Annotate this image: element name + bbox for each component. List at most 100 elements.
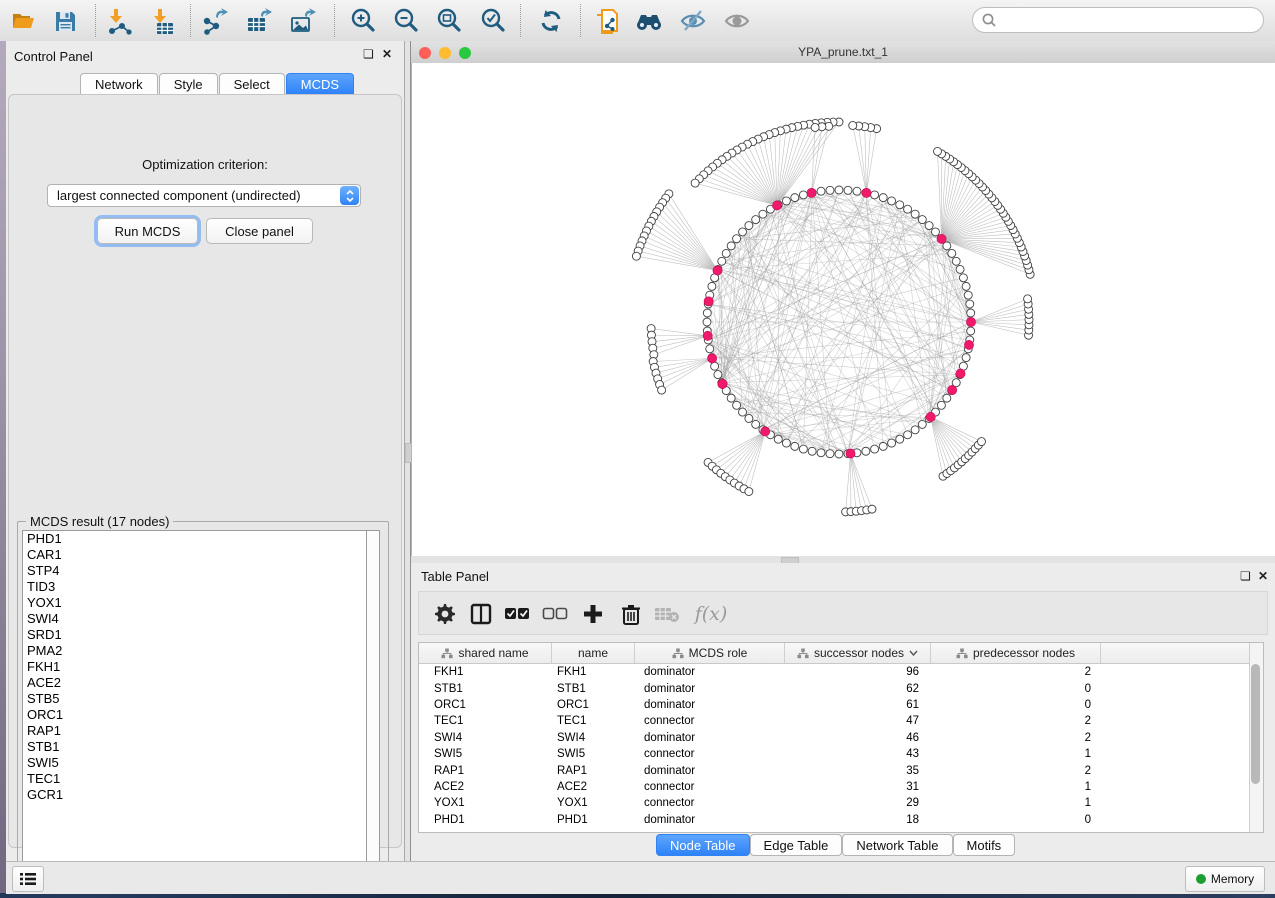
mcds-result-item[interactable]: SWI5 — [23, 755, 366, 771]
dropdown-stepper-icon — [340, 186, 359, 205]
list-icon — [19, 872, 37, 886]
column-header-successor-nodes[interactable]: successor nodes — [785, 643, 931, 663]
horizontal-splitter[interactable] — [411, 556, 1275, 563]
new-network-from-selection-icon[interactable] — [592, 6, 622, 36]
tab-motifs[interactable]: Motifs — [953, 834, 1016, 856]
memory-status-icon — [1196, 874, 1206, 884]
tab-network[interactable]: Network — [80, 73, 158, 94]
table-panel-title: Table Panel — [421, 569, 489, 584]
column-header-shared-name[interactable]: shared name — [419, 643, 552, 663]
search-input[interactable] — [1002, 12, 1263, 29]
close-panel-icon[interactable]: ✕ — [382, 48, 392, 60]
table-panel-tabs: Node Table Edge Table Network Table Moti… — [656, 834, 1015, 856]
find-icon[interactable] — [634, 6, 664, 36]
import-table-icon[interactable] — [148, 6, 178, 36]
show-columns-icon[interactable] — [467, 600, 495, 628]
mcds-result-item[interactable]: STB5 — [23, 691, 366, 707]
zoom-in-icon[interactable] — [348, 6, 378, 36]
network-canvas[interactable] — [411, 63, 1275, 556]
network-window-title: YPA_prune.txt_1 — [411, 45, 1275, 59]
show-all-icon[interactable] — [722, 6, 752, 36]
criterion-dropdown[interactable]: largest connected component (undirected) — [47, 184, 361, 207]
mcds-result-item[interactable]: RAP1 — [23, 723, 366, 739]
network-window-titlebar[interactable]: YPA_prune.txt_1 — [411, 41, 1275, 64]
hide-selection-icon[interactable] — [678, 6, 708, 36]
mcds-result-item[interactable]: STP4 — [23, 563, 366, 579]
close-panel-icon[interactable]: ✕ — [1258, 570, 1268, 582]
mcds-tab-content: Optimization criterion: largest connecte… — [8, 94, 402, 848]
tab-node-table[interactable]: Node Table — [656, 834, 750, 856]
float-panel-icon[interactable]: ❏ — [363, 48, 374, 60]
save-icon[interactable] — [50, 6, 80, 36]
delete-table-icon — [653, 600, 681, 628]
mcds-result-item[interactable]: YOX1 — [23, 595, 366, 611]
mcds-result-item[interactable]: TID3 — [23, 579, 366, 595]
table-scrollbar[interactable] — [1249, 643, 1263, 832]
mcds-result-item[interactable]: PHD1 — [23, 531, 366, 547]
vertical-splitter[interactable] — [404, 41, 411, 861]
show-panels-list-button[interactable] — [12, 866, 44, 892]
tab-mcds[interactable]: MCDS — [286, 73, 354, 94]
tab-edge-table[interactable]: Edge Table — [750, 834, 843, 856]
table-row[interactable]: YOX1YOX1connector291 — [419, 795, 1263, 811]
scrollbar-thumb[interactable] — [1251, 664, 1260, 784]
mcds-result-item[interactable]: PMA2 — [23, 643, 366, 659]
table-row[interactable]: SWI4SWI4dominator462 — [419, 730, 1263, 746]
sort-desc-icon — [909, 650, 918, 656]
table-row[interactable]: RAP1RAP1dominator352 — [419, 762, 1263, 778]
control-panel: Control Panel ❏ ✕ Network Style Select M… — [6, 41, 404, 861]
table-row[interactable]: STB1STB1dominator620 — [419, 680, 1263, 696]
refresh-layout-icon[interactable] — [536, 6, 566, 36]
tab-select[interactable]: Select — [219, 73, 285, 94]
control-panel-title: Control Panel — [14, 49, 93, 64]
table-row[interactable]: FKH1FKH1dominator962 — [419, 664, 1263, 680]
delete-column-icon[interactable] — [617, 600, 645, 628]
column-settings-gear-icon[interactable] — [431, 600, 459, 628]
open-file-icon[interactable] — [8, 6, 38, 36]
network-graph[interactable] — [412, 63, 1275, 556]
memory-button[interactable]: Memory — [1185, 866, 1265, 892]
import-network-icon[interactable] — [104, 6, 134, 36]
mcds-result-item[interactable]: TEC1 — [23, 771, 366, 787]
mcds-result-item[interactable]: FKH1 — [23, 659, 366, 675]
table-row[interactable]: SWI5SWI5connector431 — [419, 746, 1263, 762]
table-row[interactable]: PHD1PHD1dominator180 — [419, 812, 1263, 828]
node-table-body: FKH1FKH1dominator962STB1STB1dominator620… — [419, 664, 1263, 828]
criterion-value: largest connected component (undirected) — [48, 188, 340, 203]
mcds-result-item[interactable]: CAR1 — [23, 547, 366, 563]
node-table: shared namenameMCDS rolesuccessor nodesp… — [418, 642, 1264, 833]
mcds-result-item[interactable]: ACE2 — [23, 675, 366, 691]
column-header-MCDS-role[interactable]: MCDS role — [635, 643, 785, 663]
select-all-checkboxes-icon[interactable] — [503, 600, 531, 628]
mcds-result-list[interactable]: PHD1CAR1STP4TID3YOX1SWI4SRD1PMA2FKH1ACE2… — [22, 530, 367, 880]
mcds-result-item[interactable]: SRD1 — [23, 627, 366, 643]
table-panel: Table Panel ❏ ✕ f(x) shared namenameMCDS… — [411, 563, 1275, 861]
zoom-fit-icon[interactable] — [434, 6, 464, 36]
zoom-selected-icon[interactable] — [478, 6, 508, 36]
zoom-out-icon[interactable] — [391, 6, 421, 36]
close-panel-button[interactable]: Close panel — [206, 218, 313, 244]
run-mcds-button[interactable]: Run MCDS — [97, 218, 198, 244]
tab-network-table[interactable]: Network Table — [842, 834, 952, 856]
deselect-all-checkboxes-icon[interactable] — [541, 600, 569, 628]
table-row[interactable]: ORC1ORC1dominator610 — [419, 697, 1263, 713]
shared-column-icon — [672, 648, 684, 659]
export-network-icon[interactable] — [200, 6, 230, 36]
main-toolbar — [0, 0, 1275, 42]
mcds-result-item[interactable]: STB1 — [23, 739, 366, 755]
column-header-name[interactable]: name — [552, 643, 635, 663]
table-row[interactable]: ACE2ACE2connector311 — [419, 779, 1263, 795]
mcds-list-scrollbar[interactable] — [367, 530, 380, 880]
export-image-icon[interactable] — [288, 6, 318, 36]
mcds-result-item[interactable]: ORC1 — [23, 707, 366, 723]
search-box — [972, 7, 1264, 33]
tab-style[interactable]: Style — [159, 73, 218, 94]
shared-column-icon — [956, 648, 968, 659]
add-column-icon[interactable] — [579, 600, 607, 628]
float-panel-icon[interactable]: ❏ — [1240, 570, 1251, 582]
export-table-icon[interactable] — [244, 6, 274, 36]
column-header-predecessor-nodes[interactable]: predecessor nodes — [931, 643, 1101, 663]
table-row[interactable]: TEC1TEC1connector472 — [419, 713, 1263, 729]
mcds-result-item[interactable]: SWI4 — [23, 611, 366, 627]
mcds-result-item[interactable]: GCR1 — [23, 787, 366, 803]
